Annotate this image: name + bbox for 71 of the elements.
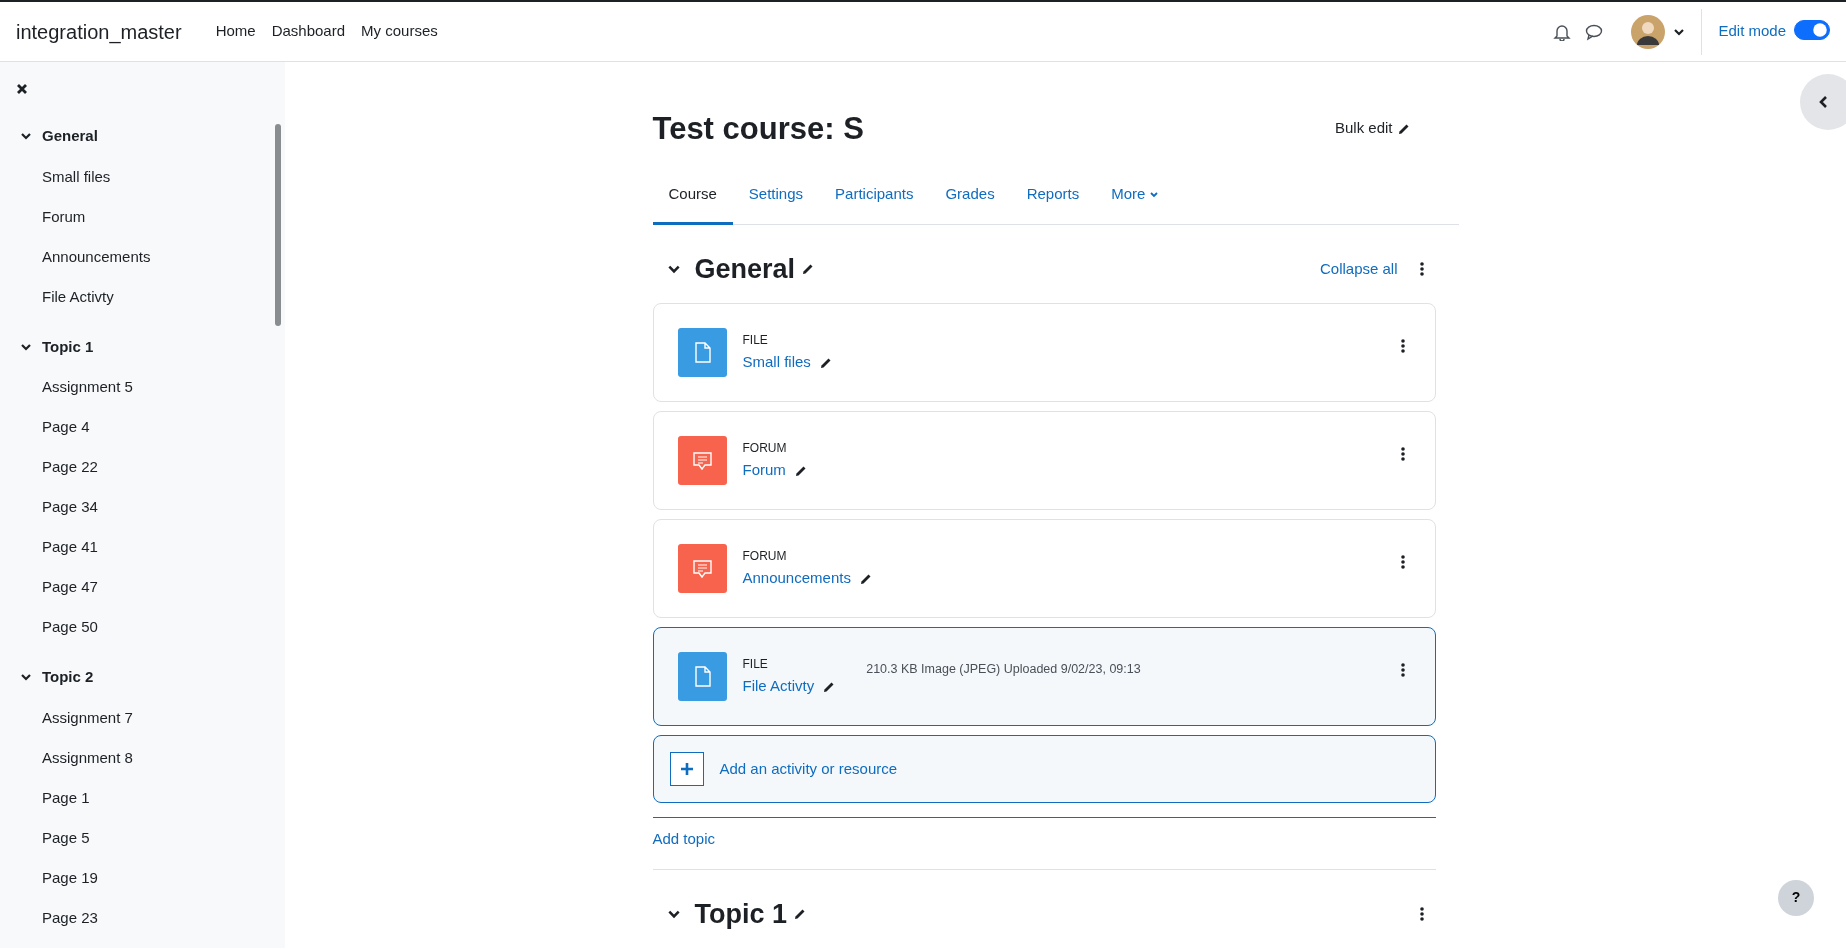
index-item[interactable]: Small files <box>0 156 285 197</box>
bell-icon[interactable] <box>1553 22 1572 41</box>
site-name[interactable]: integration_master <box>16 16 182 47</box>
index-item[interactable]: Page 34 <box>0 487 285 527</box>
speech-bubble-icon[interactable] <box>677 436 727 486</box>
document-icon[interactable] <box>677 652 727 702</box>
close-icon <box>16 82 28 95</box>
section-title: Topic 1 <box>694 897 787 930</box>
activity-link[interactable]: Small files <box>742 351 811 374</box>
kebab-icon <box>1400 338 1405 353</box>
caret-icon <box>1149 189 1160 200</box>
course-title: Test course: S <box>652 110 864 148</box>
activity-type: FILE <box>742 656 769 674</box>
tab[interactable]: Grades <box>929 169 1011 225</box>
kebab-icon <box>1400 662 1405 677</box>
chat-icon[interactable] <box>1585 22 1604 41</box>
section-title: General <box>42 126 98 146</box>
kebab-icon <box>1419 261 1424 276</box>
index-item[interactable]: File Activty <box>0 276 285 317</box>
kebab-icon <box>1400 554 1405 569</box>
index-item[interactable]: Page 41 <box>0 527 285 567</box>
tab[interactable]: Reports <box>1010 169 1096 225</box>
index-item[interactable]: Page 47 <box>0 567 285 607</box>
edit-mode-switch[interactable] <box>1794 19 1830 40</box>
nav-link[interactable]: Home <box>215 20 256 43</box>
kebab-icon <box>1419 906 1424 921</box>
index-item[interactable]: Assignment 7 <box>0 697 285 738</box>
add-topic-link[interactable]: Add topic <box>652 830 716 848</box>
index-item[interactable]: Assignment 8 <box>0 737 285 778</box>
index-item[interactable]: Page 19 <box>0 857 285 898</box>
kebab-icon <box>1400 446 1405 461</box>
activity-type: FORUM <box>742 548 788 566</box>
index-item[interactable]: Page 5 <box>0 817 285 858</box>
tab[interactable]: More <box>1095 169 1176 225</box>
chevron-icon <box>1818 95 1830 109</box>
index-section-header[interactable]: General <box>0 116 285 157</box>
add-activity-button[interactable]: Add an activity or resource <box>652 735 1436 804</box>
index-item[interactable]: Assignment 5 <box>0 367 285 407</box>
activity-link[interactable]: Forum <box>742 459 786 482</box>
plus-icon <box>679 762 694 777</box>
tab[interactable]: Participants <box>819 169 930 225</box>
index-item[interactable]: Page 1 <box>0 777 285 818</box>
bulk-edit-button[interactable]: Bulk edit <box>1334 117 1411 140</box>
nav-link[interactable]: Dashboard <box>271 20 346 43</box>
index-item[interactable]: Page 22 <box>0 447 285 487</box>
tab[interactable]: Course <box>652 169 733 225</box>
document-icon[interactable] <box>677 328 727 378</box>
drawer-toggle-button[interactable] <box>1800 74 1846 130</box>
index-section-header[interactable]: Topic 1 <box>0 326 285 367</box>
index-item[interactable]: Page 4 <box>0 407 285 447</box>
activity-info: 210.3 KB Image (JPEG) Uploaded 9/02/23, 09:13 <box>866 661 1141 679</box>
section-title: Topic 2 <box>42 667 94 687</box>
activity-type: FILE <box>742 332 769 350</box>
collapse-all-link[interactable]: Collapse all <box>1319 257 1398 281</box>
activity-link[interactable]: Announcements <box>742 567 851 590</box>
scrollbar-thumb[interactable] <box>275 124 281 326</box>
index-item[interactable]: Forum <box>0 196 285 237</box>
index-item[interactable]: Announcements <box>0 236 285 277</box>
index-section-header[interactable]: Topic 2 <box>0 657 285 698</box>
speech-bubble-icon[interactable] <box>677 544 727 594</box>
avatar-icon[interactable] <box>1631 14 1666 49</box>
help-button[interactable]: ? <box>1778 879 1814 916</box>
nav-link[interactable]: My courses <box>361 20 438 43</box>
index-item[interactable]: Page 23 <box>0 897 285 938</box>
activity-type: FORUM <box>742 440 788 458</box>
edit-mode-label: Edit mode <box>1718 21 1786 42</box>
section-title: General <box>694 252 796 286</box>
section-title: Topic 1 <box>42 336 94 357</box>
index-item[interactable]: Page 50 <box>0 607 285 647</box>
tab[interactable]: Settings <box>732 169 820 225</box>
activity-link[interactable]: File Activty <box>742 675 815 698</box>
